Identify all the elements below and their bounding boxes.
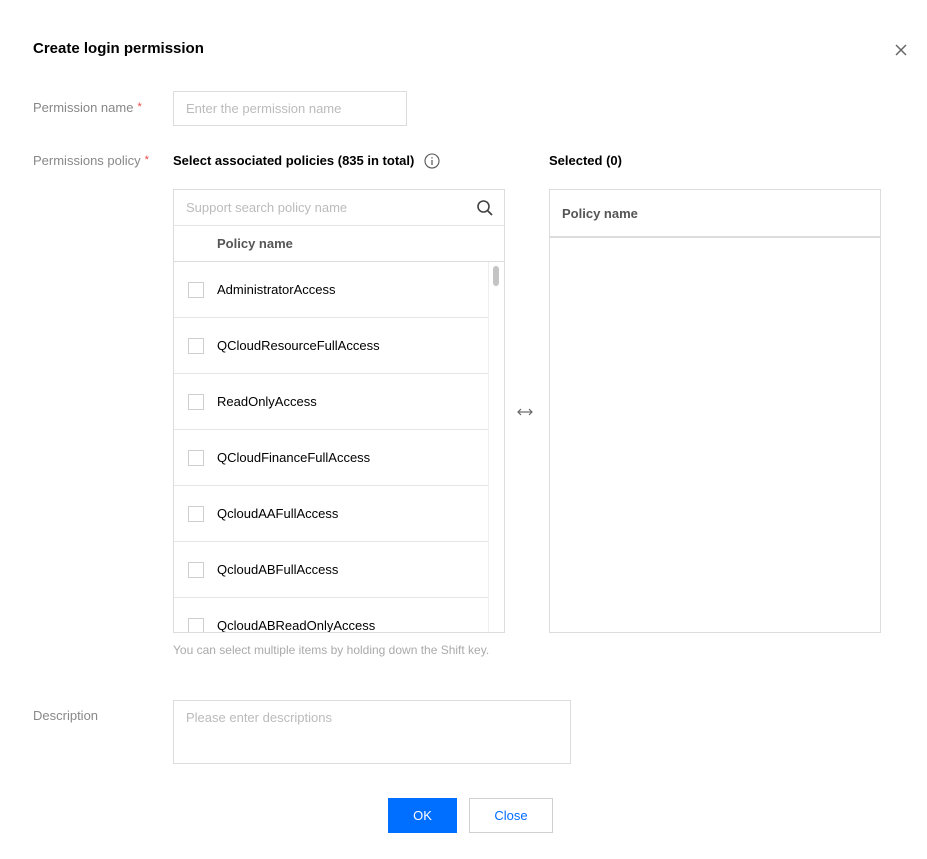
policy-checkbox[interactable] — [188, 562, 204, 578]
permission-name-input[interactable]: Enter the permission name — [173, 91, 407, 126]
permission-name-label: Permission name * — [33, 100, 142, 115]
ok-button[interactable]: OK — [388, 798, 457, 833]
policy-list-scrollbar[interactable] — [488, 262, 504, 632]
selected-policy-name-column-header: Policy name — [550, 190, 880, 238]
selected-policies-panel: Policy name — [549, 189, 881, 633]
info-icon[interactable] — [424, 153, 440, 169]
close-icon[interactable] — [893, 42, 909, 58]
policy-row[interactable]: ReadOnlyAccess — [174, 374, 488, 430]
policy-row[interactable]: AdministratorAccess — [174, 262, 488, 318]
policy-search-input[interactable]: Support search policy name — [174, 190, 504, 226]
policy-checkbox[interactable] — [188, 506, 204, 522]
description-placeholder: Please enter descriptions — [186, 710, 332, 725]
policy-row-label: ReadOnlyAccess — [217, 394, 317, 409]
policy-checkbox[interactable] — [188, 282, 204, 298]
search-icon[interactable] — [476, 199, 494, 217]
description-label: Description — [33, 708, 99, 723]
policy-checkbox[interactable] — [188, 450, 204, 466]
policy-checkbox[interactable] — [188, 338, 204, 354]
policy-list: AdministratorAccess QCloudResourceFullAc… — [174, 262, 488, 633]
policy-checkbox[interactable] — [188, 394, 204, 410]
policy-row-label: QCloudResourceFullAccess — [217, 338, 380, 353]
policy-row-label: QcloudABFullAccess — [217, 562, 339, 577]
swap-arrows-icon — [517, 408, 533, 416]
required-marker: * — [144, 154, 149, 166]
policy-row[interactable]: QcloudAAFullAccess — [174, 486, 488, 542]
permission-name-placeholder: Enter the permission name — [186, 101, 342, 116]
required-marker: * — [137, 101, 142, 113]
shift-select-hint: You can select multiple items by holding… — [173, 643, 490, 657]
create-permission-dialog: Create login permission Permission name *… — [0, 0, 927, 859]
policy-row-label: QCloudFinanceFullAccess — [217, 450, 371, 465]
policy-search-placeholder: Support search policy name — [186, 200, 348, 215]
dialog-title: Create login permission — [33, 40, 204, 57]
policy-row[interactable]: QcloudABFullAccess — [174, 542, 488, 598]
policy-row-label: QcloudAAFullAccess — [217, 506, 339, 521]
scrollbar-thumb[interactable] — [493, 266, 499, 286]
selected-title: Selected (0) — [549, 153, 622, 168]
permissions-policy-label: Permissions policy * — [33, 153, 149, 168]
policy-checkbox[interactable] — [188, 618, 204, 632]
policy-row-label: QcloudABReadOnlyAccess — [217, 618, 376, 633]
policy-row-label: AdministratorAccess — [217, 282, 336, 297]
policy-list-title: Select associated policies (835 in total… — [173, 153, 440, 170]
policy-row[interactable]: QcloudABReadOnlyAccess — [174, 598, 488, 633]
description-textarea[interactable]: Please enter descriptions — [173, 700, 571, 764]
close-button[interactable]: Close — [469, 798, 553, 833]
policy-row[interactable]: QCloudFinanceFullAccess — [174, 430, 488, 486]
available-policies-panel: Support search policy name Policy name A… — [173, 189, 505, 633]
policy-row[interactable]: QCloudResourceFullAccess — [174, 318, 488, 374]
policy-name-column-header: Policy name — [174, 226, 504, 262]
